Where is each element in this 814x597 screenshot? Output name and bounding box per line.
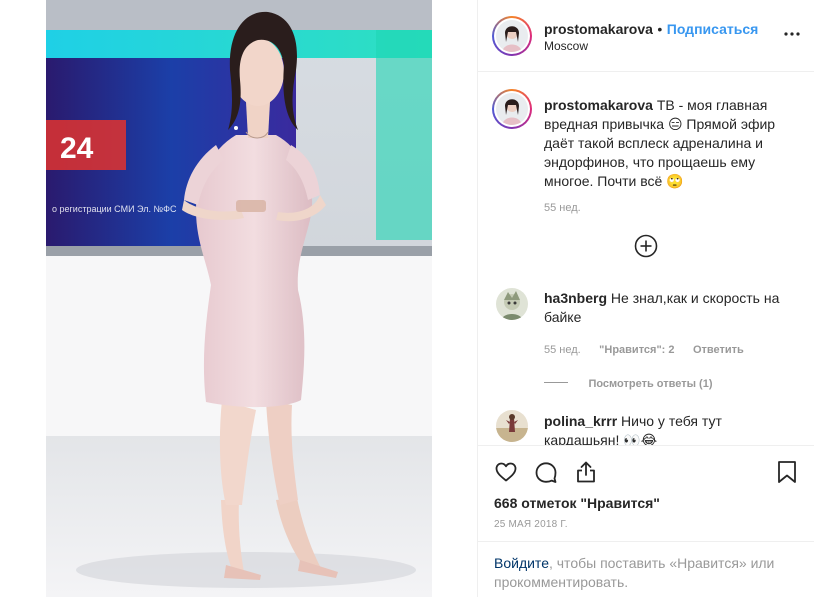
author-username[interactable]: prostomakarova xyxy=(544,21,653,37)
share-icon[interactable] xyxy=(574,460,598,484)
more-horizontal-icon[interactable] xyxy=(784,26,800,42)
add-circle-icon[interactable] xyxy=(634,234,658,258)
view-replies-label: Посмотреть ответы (1) xyxy=(588,378,713,390)
reply-button[interactable]: Ответить xyxy=(693,344,744,356)
comment-username[interactable]: polina_krrr xyxy=(544,413,617,429)
post-image: 24 о регистрации СМИ Эл. №ФС xyxy=(46,0,432,597)
view-replies-button[interactable]: Посмотреть ответы (1) xyxy=(544,374,712,392)
caption-username[interactable]: prostomakarova xyxy=(544,97,653,113)
commenter-avatar[interactable] xyxy=(496,288,528,320)
replies-line xyxy=(544,382,568,384)
follow-button[interactable]: Подписаться xyxy=(667,21,759,37)
caption-time[interactable]: 55 нед. xyxy=(544,202,581,214)
ticker-text: о регистрации СМИ Эл. №ФС xyxy=(52,204,177,214)
comment-likes[interactable]: "Нравится": 2 xyxy=(599,344,674,356)
screen-text: 24 xyxy=(60,132,94,165)
comment-meta: 55 нед. "Нравится": 2 Ответить xyxy=(544,340,744,358)
caption-body: prostomakarova ТВ - моя главная вредная … xyxy=(544,96,780,191)
comment-body: ha3nberg Не знал,как и скорость на байке xyxy=(544,289,780,327)
comments-list[interactable]: prostomakarova ТВ - моя главная вредная … xyxy=(478,73,814,445)
likes-count[interactable]: 668 отметок "Нравится" xyxy=(494,495,660,511)
post-header: prostomakarova • Подписаться Moscow xyxy=(478,0,814,72)
post-actions: 668 отметок "Нравится" 25 МАЯ 2018 Г. xyxy=(478,445,814,541)
comment-body: polina_krrr Ничо у тебя тут кардашьян! 👀… xyxy=(544,412,780,445)
login-link[interactable]: Войдите xyxy=(494,555,549,571)
author-avatar[interactable] xyxy=(496,20,528,52)
post-date[interactable]: 25 МАЯ 2018 Г. xyxy=(494,519,568,530)
comment-username[interactable]: ha3nberg xyxy=(544,290,607,306)
heart-icon[interactable] xyxy=(494,460,518,484)
caption-avatar[interactable] xyxy=(496,93,528,125)
post-location[interactable]: Moscow xyxy=(544,39,588,53)
post-photo[interactable]: 24 о регистрации СМИ Эл. №ФС xyxy=(0,0,478,597)
comment-icon[interactable] xyxy=(534,460,558,484)
commenter-avatar[interactable] xyxy=(496,410,528,442)
bookmark-icon[interactable] xyxy=(776,460,798,484)
comment-time[interactable]: 55 нед. xyxy=(544,344,581,356)
login-prompt: Войдите, чтобы поставить «Нравится» или … xyxy=(478,541,814,597)
separator-dot: • xyxy=(657,21,663,37)
post-sidebar: prostomakarova • Подписаться Moscow pros… xyxy=(478,0,814,597)
